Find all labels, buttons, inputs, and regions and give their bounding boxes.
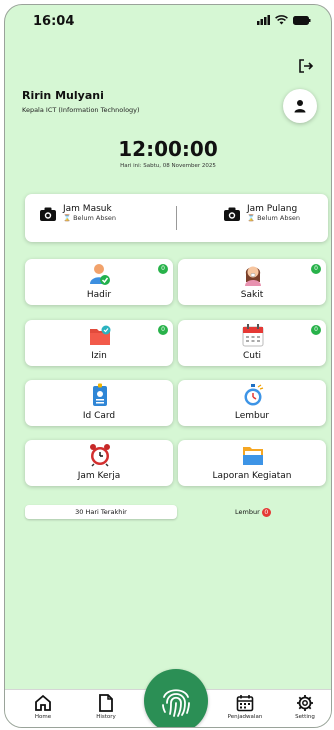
folder-check-icon [90, 325, 111, 345]
app-screen: 16:04 Ririn Mulyani Kepala ICT (Informat… [4, 4, 332, 728]
menu-hadir[interactable]: Hadir 0 [25, 259, 173, 305]
nav-history[interactable]: History [81, 694, 131, 720]
fingerprint-icon [162, 689, 190, 717]
attendance-card: Jam Masuk ⌛ Belum Absen Jam Pulang ⌛ Bel… [25, 194, 328, 242]
clock-in-title: Jam Masuk [63, 204, 112, 214]
menu-lembur-label: Lembur [234, 411, 270, 421]
sick-person-icon [245, 266, 261, 286]
period-filter-button[interactable]: 30 Hari Terakhir [25, 505, 177, 519]
nav-home-label: Home [34, 714, 52, 720]
menu-izin-label: Izin [91, 351, 107, 361]
calendar-grid-icon [236, 695, 254, 712]
battery-icon [293, 15, 311, 25]
nav-setting-label: Setting [295, 714, 315, 720]
status-icons [257, 15, 311, 25]
clock-out-status-text: Belum Absen [257, 214, 300, 222]
person-check-icon [90, 264, 110, 285]
clock-out-title: Jam Pulang [247, 204, 298, 214]
menu-laporan-kegiatan-label: Laporan Kegiatan [212, 471, 292, 481]
clock-in-status: ⌛ Belum Absen [63, 214, 116, 223]
menu-jam-kerja[interactable]: Jam Kerja [25, 440, 173, 486]
attendance-divider [176, 206, 177, 230]
nav-setting[interactable]: Setting [285, 694, 325, 720]
menu-izin[interactable]: Izin 0 [25, 320, 173, 366]
camera-icon [224, 207, 240, 221]
clock-out-status: ⌛ Belum Absen [247, 214, 300, 223]
user-name: Ririn Mulyani [22, 89, 104, 102]
lembur-filter-badge: 0 [261, 507, 271, 517]
hourglass-icon: ⌛ [63, 214, 72, 222]
lembur-filter-label: Lembur [235, 508, 260, 516]
clock-time: 12:00:00 [118, 137, 218, 161]
stopwatch-icon [244, 384, 264, 406]
menu-hadir-badge: 0 [158, 264, 168, 274]
menu-id-card[interactable]: Id Card [25, 380, 173, 426]
menu-izin-badge: 0 [158, 325, 168, 335]
status-bar: 16:04 [5, 5, 331, 39]
camera-icon [40, 207, 56, 221]
menu-cuti-label: Cuti [242, 351, 262, 361]
gear-icon [297, 695, 313, 711]
clock-out-button[interactable]: Jam Pulang ⌛ Belum Absen [223, 204, 300, 223]
profile-button[interactable] [283, 89, 317, 123]
menu-sakit-label: Sakit [240, 290, 264, 300]
clock-in-status-text: Belum Absen [73, 214, 116, 222]
lembur-filter-tab[interactable]: Lembur 0 [235, 505, 271, 519]
id-card-icon [93, 383, 107, 406]
folder-icon [243, 447, 263, 465]
nav-penjadwalan-label: Penjadwalan [227, 714, 263, 720]
alarm-clock-icon [90, 444, 110, 467]
date-line: Hari ini: Sabtu, 08 November 2025 [120, 163, 216, 169]
menu-jam-kerja-label: Jam Kerja [77, 471, 121, 481]
logout-icon[interactable] [297, 57, 315, 75]
nav-history-label: History [96, 714, 116, 720]
menu-cuti[interactable]: Cuti 0 [178, 320, 326, 366]
hourglass-icon: ⌛ [247, 214, 256, 222]
person-icon [294, 100, 306, 113]
clock-in-button[interactable]: Jam Masuk ⌛ Belum Absen [39, 204, 116, 223]
document-icon [99, 694, 113, 712]
menu-lembur[interactable]: Lembur [178, 380, 326, 426]
menu-laporan-kegiatan[interactable]: Laporan Kegiatan [178, 440, 326, 486]
calendar-icon [242, 324, 264, 347]
menu-id-card-label: Id Card [82, 411, 116, 421]
menu-cuti-badge: 0 [311, 325, 321, 335]
signal-icon [257, 15, 270, 25]
menu-sakit[interactable]: Sakit 0 [178, 259, 326, 305]
nav-penjadwalan[interactable]: Penjadwalan [217, 694, 273, 720]
home-icon [35, 694, 51, 711]
menu-hadir-label: Hadir [86, 290, 112, 300]
fingerprint-button[interactable] [144, 669, 208, 727]
user-role: Kepala ICT (Information Technology) [22, 106, 140, 114]
status-time: 16:04 [33, 14, 75, 29]
wifi-icon [275, 15, 288, 25]
menu-sakit-badge: 0 [311, 264, 321, 274]
nav-home[interactable]: Home [25, 694, 61, 720]
